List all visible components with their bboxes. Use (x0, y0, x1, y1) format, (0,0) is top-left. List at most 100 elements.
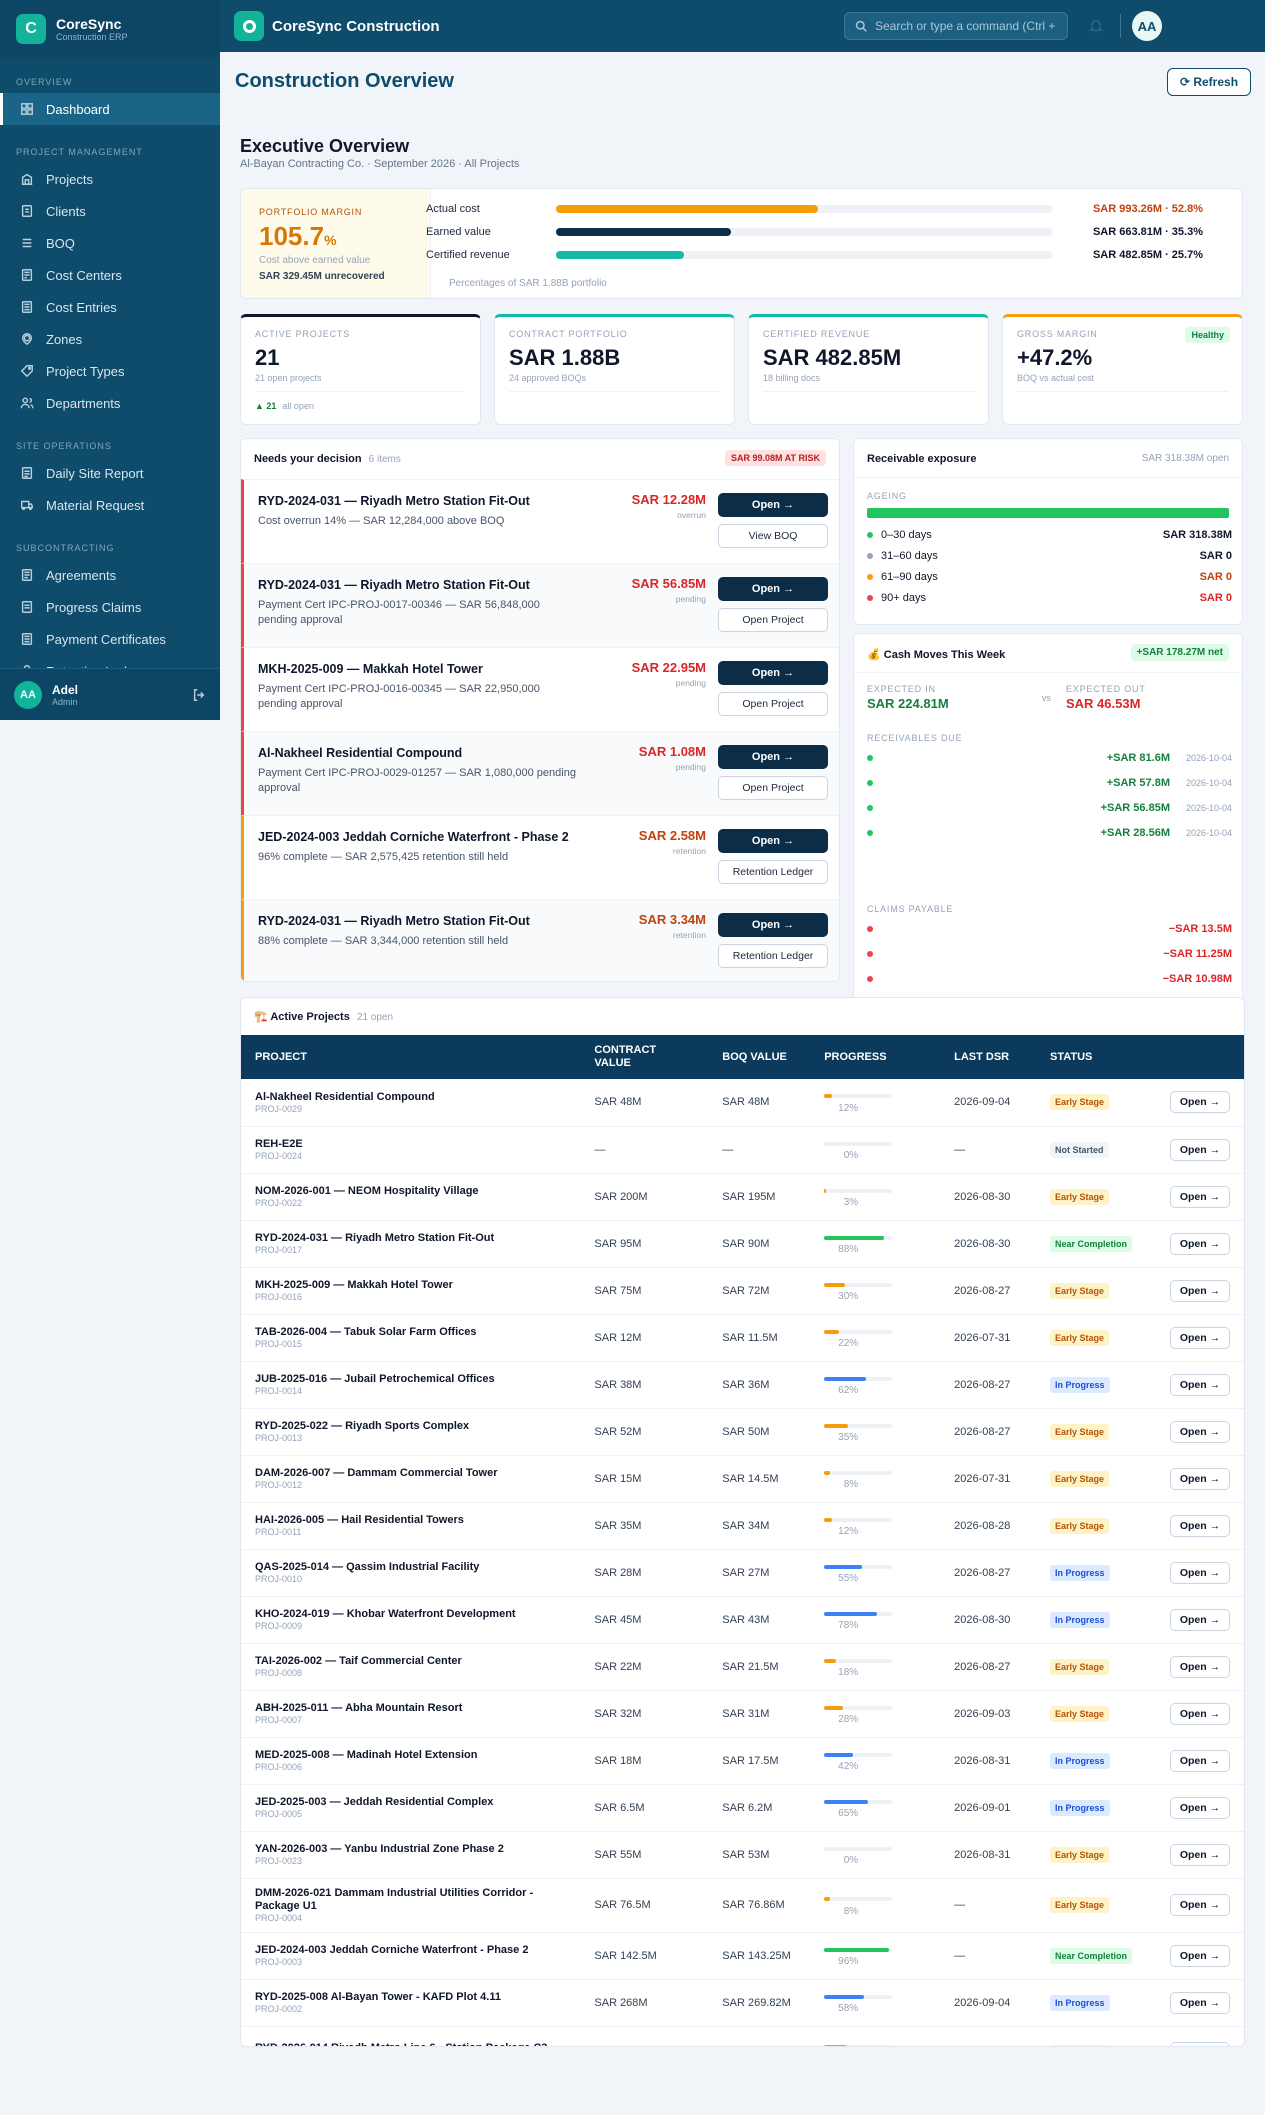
project-name[interactable]: TAI-2026-002 — Taif Commercial Center (255, 1655, 566, 1668)
open-project-button[interactable]: Open → (1169, 1467, 1230, 1490)
sidebar-item-payment-certificates[interactable]: Payment Certificates (0, 623, 220, 655)
decision-item: JED-2024-003 Jeddah Corniche Waterfront … (241, 815, 839, 899)
decision-view-boq-button[interactable]: View BOQ (718, 524, 828, 548)
project-name[interactable]: DMM-2026-021 Dammam Industrial Utilities… (255, 1887, 566, 1913)
sidebar-item-dashboard[interactable]: Dashboard (0, 93, 220, 125)
table-row: RYD-2026-014 Riyadh Metro Line 6 - Stati… (241, 2026, 1244, 2047)
project-name[interactable]: MED-2025-008 — Madinah Hotel Extension (255, 1749, 566, 1762)
progress-percent: 58% (838, 2003, 859, 2015)
project-name[interactable]: DAM-2026-007 — Dammam Commercial Tower (255, 1467, 566, 1480)
project-name[interactable]: JUB-2025-016 — Jubail Petrochemical Offi… (255, 1373, 566, 1386)
topbar-avatar[interactable]: AA (1132, 11, 1162, 41)
decision-retention-ledger-button[interactable]: Retention Ledger (718, 860, 828, 884)
decision-open-button[interactable]: Open → (718, 661, 828, 685)
project-name[interactable]: KHO-2024-019 — Khobar Waterfront Develop… (255, 1608, 566, 1621)
project-name[interactable]: HAI-2026-005 — Hail Residential Towers (255, 1514, 566, 1527)
decision-open-button[interactable]: Open → (718, 493, 828, 517)
command-search[interactable] (844, 12, 1068, 40)
sidebar-item-daily-site-report[interactable]: Daily Site Report (0, 457, 220, 489)
project-name[interactable]: MKH-2025-009 — Makkah Hotel Tower (255, 1279, 566, 1292)
sidebar-item-cost-centers[interactable]: Cost Centers (0, 259, 220, 291)
decision-open-button[interactable]: Open → (718, 829, 828, 853)
refresh-button[interactable]: ⟳ Refresh (1167, 68, 1251, 96)
decision-open-button[interactable]: Open → (718, 913, 828, 937)
sidebar-item-cost-entries[interactable]: Cost Entries (0, 291, 220, 323)
topbar-logo-icon[interactable] (234, 11, 264, 41)
open-project-button[interactable]: Open → (1169, 1655, 1230, 1678)
project-code: PROJ-0012 (255, 1480, 303, 1490)
open-project-button[interactable]: Open → (1169, 1894, 1230, 1916)
open-project-button[interactable]: Open → (1169, 1138, 1230, 1161)
decision-item: Al-Nakheel Residential Compound Payment C… (241, 731, 839, 815)
project-name[interactable]: RYD-2025-008 Al-Bayan Tower - KAFD Plot … (255, 1991, 566, 2004)
open-project-button[interactable]: Open → (1169, 1944, 1230, 1967)
project-cell: HAI-2026-005 — Hail Residential Towers PR… (241, 1502, 581, 1550)
actions-cell: Open → (1155, 1831, 1244, 1879)
open-project-button[interactable]: Open → (1169, 1420, 1230, 1443)
last-dsr: 2026-09-04 (940, 1979, 1036, 2027)
sidebar-item-zones[interactable]: Zones (0, 323, 220, 355)
open-project-button[interactable]: Open → (1169, 1561, 1230, 1584)
sidebar-item-clients[interactable]: Clients (0, 195, 220, 227)
project-name[interactable]: RYD-2026-014 Riyadh Metro Line 6 - Stati… (255, 2042, 566, 2047)
decision-open-project-button[interactable]: Open Project (718, 608, 828, 632)
project-name[interactable]: TAB-2026-004 — Tabuk Solar Farm Offices (255, 1326, 566, 1339)
open-project-button[interactable]: Open → (1169, 1373, 1230, 1396)
brand-name: CoreSync (56, 15, 122, 32)
sidebar-item-label: Projects (46, 171, 93, 187)
open-project-button[interactable]: Open → (1169, 1279, 1230, 1302)
sidebar-item-progress-claims[interactable]: Progress Claims (0, 591, 220, 623)
column-header-status: STATUS (1035, 1035, 1156, 1079)
decision-open-button[interactable]: Open → (718, 745, 828, 769)
open-project-button[interactable]: Open → (1169, 1232, 1230, 1255)
project-name[interactable]: JED-2024-003 Jeddah Corniche Waterfront … (255, 1944, 566, 1957)
bell-icon[interactable] (1088, 18, 1104, 34)
sidebar-item-agreements[interactable]: Agreements (0, 559, 220, 591)
project-name[interactable]: REH-E2E (255, 1138, 566, 1151)
sidebar-item-boq[interactable]: BOQ (0, 227, 220, 259)
boq-value: SAR 72M (708, 1267, 811, 1315)
claim-payable-row: −SAR 13.5M (867, 923, 1232, 935)
user-avatar[interactable]: AA (14, 680, 42, 709)
kpi-value: 21 (255, 345, 280, 370)
receivable-dot-icon (867, 755, 873, 761)
sidebar-item-project-types[interactable]: Project Types (0, 355, 220, 387)
project-name[interactable]: QAS-2025-014 — Qassim Industrial Facilit… (255, 1561, 566, 1574)
open-project-button[interactable]: Open → (1169, 1091, 1230, 1114)
open-project-button[interactable]: Open → (1169, 1749, 1230, 1772)
project-name[interactable]: RYD-2024-031 — Riyadh Metro Station Fit-… (255, 1232, 566, 1245)
contract-value: SAR 6.5M (580, 1784, 709, 1832)
progress-bar (824, 1235, 893, 1240)
project-name[interactable]: Al-Nakheel Residential Compound (255, 1091, 566, 1104)
logout-icon[interactable] (192, 688, 206, 702)
open-project-button[interactable]: Open → (1169, 1991, 1230, 2014)
project-name[interactable]: JED-2025-003 — Jeddah Residential Comple… (255, 1796, 566, 1809)
sidebar-brand[interactable]: C CoreSync Construction ERP (0, 0, 220, 57)
decision-retention-ledger-button[interactable]: Retention Ledger (718, 944, 828, 968)
decision-open-project-button[interactable]: Open Project (718, 692, 828, 716)
kpi-sub: 21 open projects (255, 373, 322, 383)
project-name[interactable]: RYD-2025-022 — Riyadh Sports Complex (255, 1420, 566, 1433)
status-badge: Early Stage (1049, 1423, 1110, 1440)
sidebar-item-material-request[interactable]: Material Request (0, 489, 220, 521)
sidebar-item-departments[interactable]: Departments (0, 387, 220, 419)
open-project-button[interactable]: Open → (1169, 1796, 1230, 1819)
decision-open-project-button[interactable]: Open Project (718, 776, 828, 800)
project-name[interactable]: ABH-2025-011 — Abha Mountain Resort (255, 1702, 566, 1715)
open-project-button[interactable]: Open → (1169, 1843, 1230, 1866)
search-input[interactable] (875, 19, 1055, 33)
open-project-button[interactable]: Open → (1169, 2042, 1230, 2046)
decision-open-button[interactable]: Open → (718, 577, 828, 601)
open-project-button[interactable]: Open → (1169, 1514, 1230, 1537)
open-project-button[interactable]: Open → (1169, 1608, 1230, 1631)
project-name[interactable]: NOM-2026-001 — NEOM Hospitality Village (255, 1185, 566, 1198)
ageing-row-label: 0–30 days (881, 529, 932, 541)
project-name[interactable]: YAN-2026-003 — Yanbu Industrial Zone Pha… (255, 1843, 566, 1856)
open-project-button[interactable]: Open → (1169, 1185, 1230, 1208)
project-code: PROJ-0006 (255, 1762, 303, 1772)
receivable-due-date: 2026-10-04 (1185, 803, 1232, 813)
open-project-button[interactable]: Open → (1169, 1326, 1230, 1349)
open-project-button[interactable]: Open → (1169, 1702, 1230, 1725)
last-dsr: 2026-08-27 (940, 1267, 1036, 1315)
sidebar-item-projects[interactable]: Projects (0, 163, 220, 195)
